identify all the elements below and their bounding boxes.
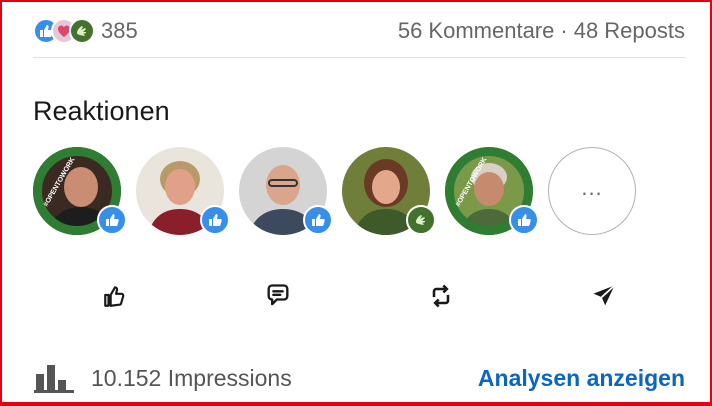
- like-icon: [303, 205, 333, 235]
- bar-chart-icon: [34, 365, 74, 393]
- reactions-heading: Reaktionen: [33, 96, 170, 126]
- like-icon: [200, 205, 230, 235]
- more-reactors-button[interactable]: ...: [548, 147, 636, 235]
- view-analytics-link[interactable]: Analysen anzeigen: [478, 365, 685, 392]
- social-meta: 56 Kommentare · 48 Reposts: [398, 18, 685, 44]
- like-icon: [509, 205, 539, 235]
- reactor-avatars: #OPENTOWORK #OPENTOWORK ...: [33, 147, 636, 239]
- post-analytics-footer: 10.152 Impressions Analysen anzeigen: [33, 360, 685, 396]
- comment-icon: [267, 284, 288, 306]
- like-icon: [97, 205, 127, 235]
- meta-separator: ·: [560, 18, 568, 43]
- reactor-avatar-3[interactable]: [239, 147, 333, 235]
- reaction-count: 385: [101, 18, 138, 43]
- send-icon: [593, 284, 615, 306]
- like-icon: [103, 286, 124, 307]
- impressions-count: 10.152 Impressions: [91, 364, 292, 391]
- comment-button[interactable]: [228, 274, 328, 318]
- reposts-count-link[interactable]: 48 Reposts: [574, 18, 685, 43]
- send-button[interactable]: [554, 274, 654, 318]
- reactor-avatar-2[interactable]: [136, 147, 230, 235]
- action-bar: [33, 274, 685, 318]
- support-icon: [406, 205, 436, 235]
- support-icon: [69, 18, 95, 44]
- reactor-avatar-5[interactable]: #OPENTOWORK: [445, 147, 539, 235]
- social-counts-row: 385 56 Kommentare · 48 Reposts: [33, 14, 685, 48]
- reactor-avatar-1[interactable]: #OPENTOWORK: [33, 147, 127, 235]
- divider: [33, 57, 685, 58]
- impressions-summary: 10.152 Impressions: [33, 362, 292, 394]
- comments-count-link[interactable]: 56 Kommentare: [398, 18, 555, 43]
- reactor-avatar-4[interactable]: [342, 147, 436, 235]
- reaction-summary[interactable]: 385: [33, 18, 138, 44]
- repost-icon: [432, 284, 449, 308]
- frame-bottom-edge: [0, 402, 712, 406]
- repost-button[interactable]: [391, 274, 491, 318]
- like-button[interactable]: [65, 274, 165, 318]
